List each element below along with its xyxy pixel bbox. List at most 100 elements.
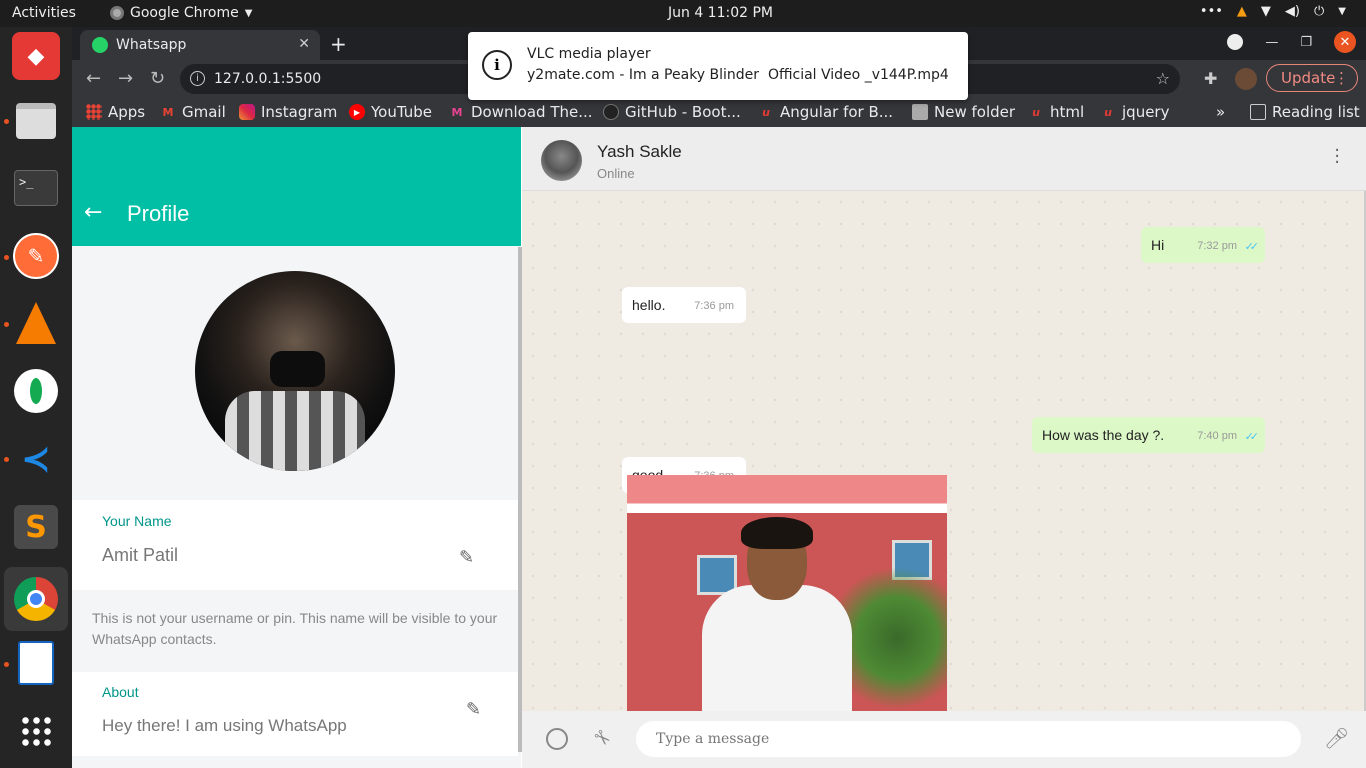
contact-name: Yash Sakle [597,142,682,161]
message-composer: ✂ 🎤︎ [522,711,1366,768]
browser-window: Whatsapp ✕ + — ❐ ✕ ← → ↻ i 127.0.0.1:550… [72,27,1366,768]
emoji-icon[interactable] [546,728,568,750]
bookmark-youtube[interactable]: ▶ YouTube [349,103,432,121]
close-window-button[interactable]: ✕ [1334,31,1356,53]
show-applications-icon[interactable] [12,707,60,755]
mongodb-compass-icon[interactable] [12,367,60,415]
volume-icon[interactable]: ◀) [1285,4,1300,19]
files-icon[interactable] [12,97,60,145]
power-icon[interactable]: ⏻ [1314,4,1324,19]
tab-whatsapp[interactable]: Whatsapp ✕ [80,30,320,60]
bookmark-apps[interactable]: Apps [86,103,145,121]
reload-icon[interactable]: ↻ [150,68,165,89]
attachment-clip-icon[interactable]: ✂ [588,724,617,753]
folder-icon [912,104,928,120]
bookmark-label: Instagram [261,103,338,121]
new-tab-button[interactable]: + [330,32,347,56]
message-bubble[interactable]: Hi 7:32 pm ✓✓ [1141,227,1265,263]
bookmark-label: html [1050,103,1085,121]
contact-avatar[interactable] [541,140,582,181]
vscode-icon[interactable]: ≺ [12,435,60,483]
github-icon [603,104,619,120]
message-bubble[interactable]: hello. 7:36 pm [622,287,746,323]
bookmark-download[interactable]: M Download The... [449,103,593,121]
edit-name-pencil-icon[interactable]: ✎ [459,547,474,568]
system-tray[interactable]: ••• ▲ ▼ ◀) ⏻ ▼ [1200,4,1346,19]
anydesk-icon[interactable]: ◆ [12,32,60,80]
activities-button[interactable]: Activities [12,5,76,21]
contact-status: Online [597,166,635,181]
notification-message: y2mate.com - Im a Peaky Blinder Official… [527,67,949,83]
profile-avatar[interactable] [1235,68,1257,90]
about-value: Hey there! I am using WhatsApp [102,716,347,735]
more-bookmarks-button[interactable]: » [1216,103,1225,121]
name-card: Your Name Amit Patil ✎ [72,500,518,590]
vlc-icon[interactable] [12,299,60,347]
chevron-down-icon: ▼ [244,7,253,19]
message-time: 7:36 pm [694,300,734,312]
bookmark-instagram[interactable]: Instagram [239,103,337,121]
bookmark-label: Angular for B... [780,103,894,121]
chrome-small-icon [110,6,124,20]
bookmark-label: GitHub - Boot... [625,103,741,121]
info-icon: i [482,50,512,80]
clock[interactable]: Jun 4 11:02 PM [668,5,773,21]
chevron-down-icon[interactable]: ▼ [1338,6,1346,17]
edit-about-pencil-icon[interactable]: ✎ [466,699,481,720]
dock: ◆ >_ ✎ ≺ S [0,27,72,768]
bookmark-github[interactable]: GitHub - Boot... [603,103,741,121]
bookmark-label: jquery [1122,103,1170,121]
name-label: Your Name [102,513,172,529]
extensions-icon[interactable]: ✚ [1204,69,1217,88]
wifi-icon[interactable]: ▼ [1261,4,1271,19]
vlc-tray-icon[interactable]: ▲ [1237,4,1247,19]
update-button[interactable]: Update ⋮ [1266,64,1358,92]
close-tab-icon[interactable]: ✕ [298,36,310,52]
tab-search-icon[interactable] [1227,34,1244,50]
url-text: 127.0.0.1:5500 [214,71,322,87]
image-message[interactable] [627,475,947,711]
photo-hair [741,517,813,549]
more-icon[interactable]: ••• [1200,4,1223,19]
chrome-icon[interactable] [4,567,68,631]
app-menu[interactable]: Google Chrome ▼ [110,5,252,21]
sublime-text-icon[interactable]: S [12,503,60,551]
bookmarks-bar: Apps M Gmail Instagram ▶ YouTube M Downl… [72,98,1366,127]
running-indicator [4,322,9,327]
bookmark-label: Download The... [471,103,593,121]
bookmark-star-icon[interactable]: ☆ [1156,69,1170,88]
bookmark-gmail[interactable]: M Gmail [160,103,226,121]
bookmark-angular[interactable]: u Angular for B... [758,103,893,121]
message-text: hello. [632,297,666,313]
profile-photo[interactable] [195,271,395,471]
message-list[interactable]: Hi 7:32 pm ✓✓ hello. 7:36 pm How was the… [522,191,1366,711]
maximize-button[interactable]: ❐ [1300,35,1312,50]
terminal-icon[interactable]: >_ [12,164,60,212]
message-time: 7:32 pm [1197,240,1237,252]
reading-list-label: Reading list [1272,103,1360,121]
postman-icon[interactable]: ✎ [12,232,60,280]
message-bubble[interactable]: How was the day ?. 7:40 pm ✓✓ [1032,417,1265,453]
reading-list-button[interactable]: Reading list [1250,103,1360,121]
chat-header[interactable]: Yash Sakle Online · · · [522,127,1366,191]
forward-arrow-icon[interactable]: → [118,68,133,89]
profile-title: Profile [127,201,190,226]
site-info-icon[interactable]: i [190,71,205,86]
system-top-bar: Activities Google Chrome ▼ Jun 4 11:02 P… [0,0,1366,27]
running-indicator [4,255,9,260]
back-arrow-icon[interactable]: ← [84,200,102,225]
minimize-button[interactable]: — [1265,35,1278,50]
chat-menu-kebab-icon[interactable]: · · · [1334,142,1340,172]
microphone-icon[interactable]: 🎤︎ [1324,726,1349,750]
photo-shirt [225,391,365,471]
message-input[interactable] [636,721,1301,757]
bookmark-new-folder[interactable]: New folder [912,103,1015,121]
bookmark-jquery[interactable]: u jquery [1100,103,1169,121]
photo-mask [270,351,325,387]
more-bookmarks-label: » [1216,103,1226,121]
bookmark-html[interactable]: u html [1028,103,1084,121]
vlc-notification[interactable]: i VLC media player y2mate.com - Im a Pea… [468,32,968,100]
notification-app-name: VLC media player [527,46,651,62]
libreoffice-writer-icon[interactable] [12,639,60,687]
back-arrow-icon[interactable]: ← [86,68,101,89]
